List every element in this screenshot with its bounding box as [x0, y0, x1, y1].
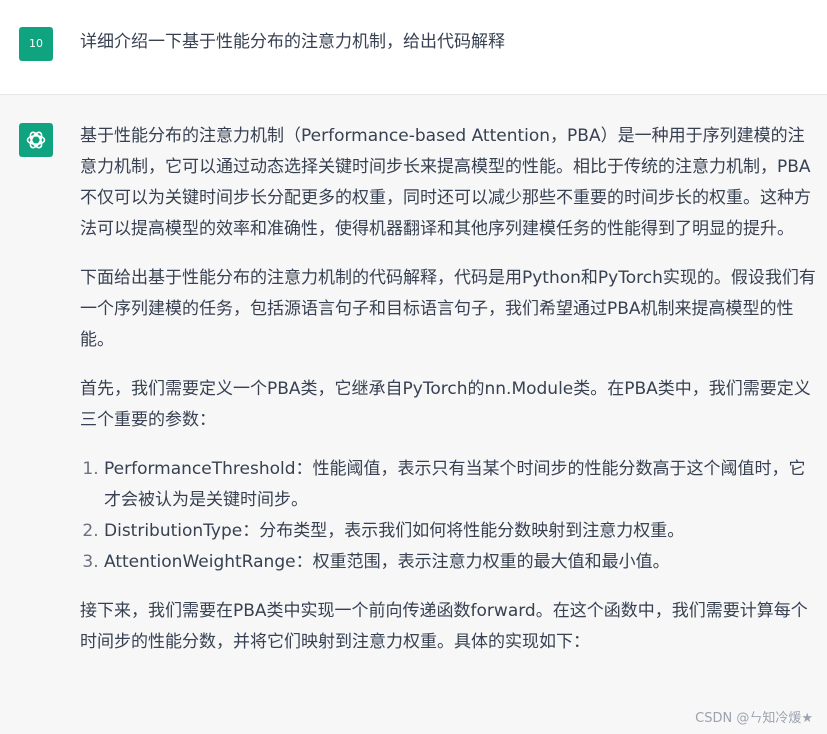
watermark: CSDN @ㄣ知冷煖★	[695, 711, 813, 726]
paragraph-intro: 基于性能分布的注意力机制（Performance-based Attention…	[80, 126, 811, 239]
parameter-list: PerformanceThreshold：性能阈值，表示只有当某个时间步的性能分…	[80, 454, 820, 578]
paragraph-code-intro: 下面给出基于性能分布的注意力机制的代码解释，代码是用Python和PyTorch…	[80, 268, 816, 350]
paragraph-forward: 接下来，我们需要在PBA类中实现一个前向传递函数forward。在这个函数中，我…	[80, 601, 808, 652]
assistant-message-row: 基于性能分布的注意力机制（Performance-based Attention…	[0, 95, 827, 734]
paragraph-define-class: 首先，我们需要定义一个PBA类，它继承自PyTorch的nn.Module类。在…	[80, 379, 811, 430]
assistant-message-content: 基于性能分布的注意力机制（Performance-based Attention…	[80, 121, 820, 676]
user-message-row: 10 详细介绍一下基于性能分布的注意力机制，给出代码解释	[0, 0, 827, 95]
openai-logo-icon	[26, 131, 46, 149]
list-item: DistributionType：分布类型，表示我们如何将性能分数映射到注意力权…	[104, 516, 820, 547]
list-item: AttentionWeightRange：权重范围，表示注意力权重的最大值和最小…	[104, 547, 820, 578]
list-item: PerformanceThreshold：性能阈值，表示只有当某个时间步的性能分…	[104, 454, 820, 516]
assistant-avatar	[19, 123, 53, 157]
user-message-text: 详细介绍一下基于性能分布的注意力机制，给出代码解释	[80, 32, 505, 52]
user-avatar: 10	[19, 27, 53, 61]
